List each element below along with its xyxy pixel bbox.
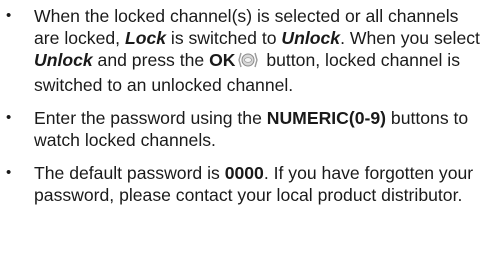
- text-segment: Enter the password using the: [34, 108, 267, 128]
- ok-term: OK: [209, 50, 236, 70]
- bullet-item-unlock-channel: • When the locked channel(s) is selected…: [6, 5, 488, 96]
- bullet-text: Enter the password using the NUMERIC(0-9…: [34, 107, 488, 151]
- text-segment: and press the: [92, 50, 210, 70]
- text-segment: . When you select: [340, 28, 480, 48]
- bullet-list: • When the locked channel(s) is selected…: [6, 5, 488, 206]
- bullet-symbol: •: [6, 7, 12, 24]
- default-password-value: 0000: [224, 163, 264, 183]
- bullet-item-enter-password: • Enter the password using the NUMERIC(0…: [6, 107, 488, 151]
- unlock-term: Unlock: [34, 50, 93, 70]
- text-segment: The default password is: [34, 163, 225, 183]
- bullet-text: The default password is 0000. If you hav…: [34, 162, 488, 206]
- bullet-item-default-password: • The default password is 0000. If you h…: [6, 162, 488, 206]
- bullet-symbol: •: [6, 109, 12, 126]
- bullet-symbol: •: [6, 164, 12, 181]
- text-segment: is switched to: [166, 28, 282, 48]
- lock-term: Lock: [124, 28, 167, 48]
- ok-button-icon: [237, 51, 259, 74]
- manual-page: • When the locked channel(s) is selected…: [0, 0, 496, 273]
- numeric-term: NUMERIC(0-9): [266, 108, 387, 128]
- bullet-text: When the locked channel(s) is selected o…: [34, 5, 488, 96]
- unlock-term: Unlock: [281, 28, 341, 48]
